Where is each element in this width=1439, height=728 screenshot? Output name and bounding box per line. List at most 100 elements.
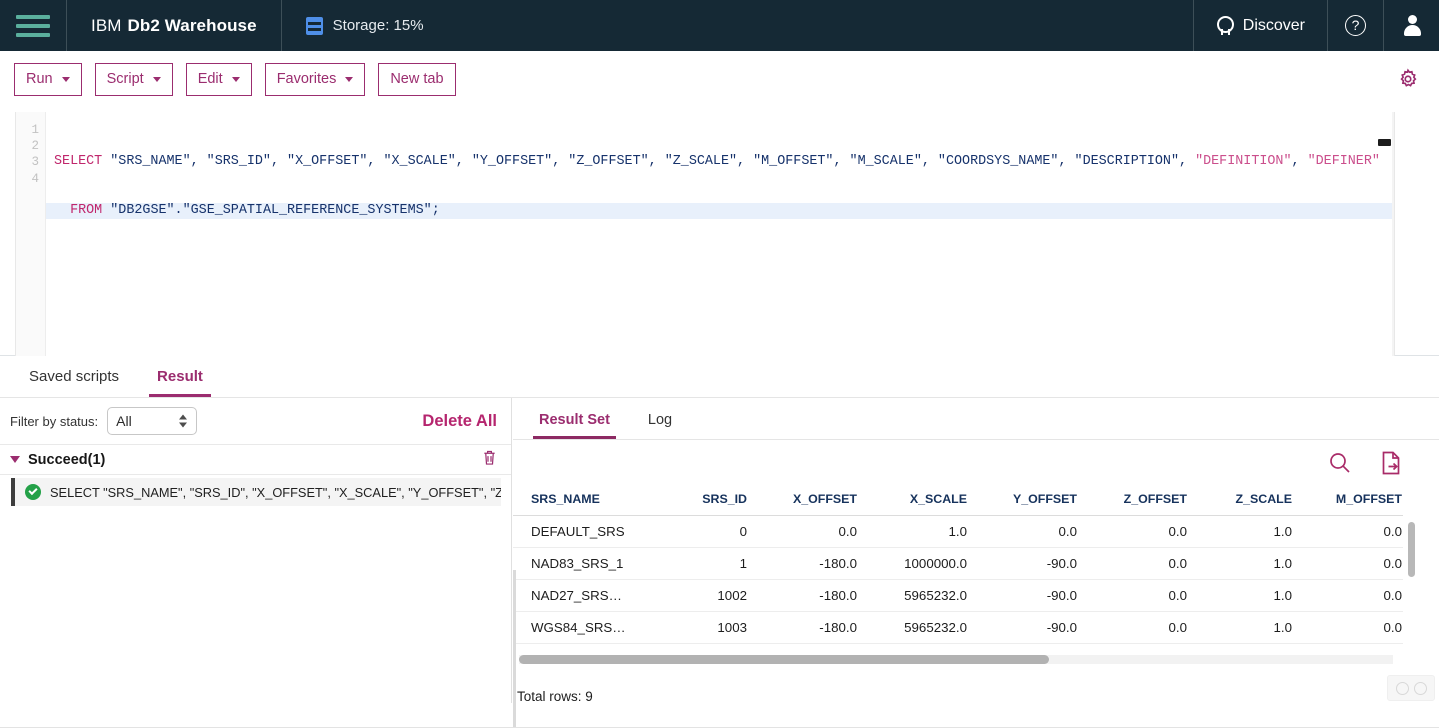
code-line-2: FROM "DB2GSE"."GSE_SPATIAL_REFERENCE_SYS… — [46, 203, 1394, 220]
delete-all-button[interactable]: Delete All — [422, 412, 497, 431]
lightbulb-icon — [1216, 16, 1234, 35]
settings-button[interactable] — [1391, 64, 1425, 94]
table-row[interactable]: DE_HDN_SR 1004 -180.0 5965232.0 -90.0 0.… — [513, 643, 1403, 645]
result-table-area: SRS_NAME SRS_ID X_OFFSET X_SCALE Y_OFFSE… — [513, 485, 1439, 728]
cell-x-scale: 5965232.0 — [873, 643, 983, 645]
chevron-down-icon — [61, 76, 70, 82]
app-header: IBM Db2 Warehouse Storage: 15% Discover … — [0, 0, 1439, 51]
export-document-icon[interactable] — [1379, 450, 1404, 476]
cell-m-offset: 0.0 — [1308, 547, 1403, 580]
cell-z-offset: 0.0 — [1093, 611, 1203, 644]
cell-srs-name: WGS84_SRS… — [513, 611, 673, 644]
cell-z-offset: 0.0 — [1093, 643, 1203, 645]
table-row[interactable]: DEFAULT_SRS 0 0.0 1.0 0.0 0.0 1.0 0.0 — [513, 515, 1403, 548]
cell-y-offset: -90.0 — [983, 643, 1093, 645]
discover-button[interactable]: Discover — [1194, 0, 1327, 51]
storage-indicator[interactable]: Storage: 15% — [282, 0, 448, 51]
column-header-z-scale[interactable]: Z_SCALE — [1203, 485, 1308, 516]
cell-z-scale: 1.0 — [1203, 547, 1308, 580]
cell-y-offset: -90.0 — [983, 579, 1093, 612]
cell-z-offset: 0.0 — [1093, 579, 1203, 612]
column-header-x-scale[interactable]: X_SCALE — [873, 485, 983, 516]
editor-vertical-scrollbar[interactable] — [1392, 112, 1394, 356]
column-header-z-offset[interactable]: Z_OFFSET — [1093, 485, 1203, 516]
cell-x-offset: -180.0 — [763, 579, 873, 612]
user-avatar-icon — [1402, 15, 1422, 36]
cell-m-offset: 0.0 — [1308, 611, 1403, 644]
cell-m-offset: 0.0 — [1308, 515, 1403, 548]
column-header-srs-id[interactable]: SRS_ID — [673, 485, 763, 516]
hamburger-menu-icon — [16, 14, 50, 37]
help-button[interactable]: ? — [1328, 0, 1383, 51]
cell-m-offset: 0.0 — [1308, 643, 1403, 645]
list-item[interactable]: SELECT "SRS_NAME", "SRS_ID", "X_OFFSET",… — [11, 478, 501, 506]
brand-title: IBM Db2 Warehouse — [67, 0, 281, 51]
line-number: 4 — [31, 171, 39, 186]
line-number: 3 — [31, 155, 39, 170]
editor-toolbar: Run Script Edit Favorites New tab — [0, 51, 1439, 107]
filter-by-status-label: Filter by status: — [10, 413, 99, 429]
hamburger-menu-button[interactable] — [0, 0, 66, 51]
cell-y-offset: -90.0 — [983, 611, 1093, 644]
cell-srs-name: NAD27_SRS… — [513, 579, 673, 612]
cell-x-offset: -180.0 — [763, 547, 873, 580]
filter-status-select[interactable]: All — [107, 407, 198, 435]
tab-result[interactable]: Result — [149, 368, 211, 397]
column-header-x-offset[interactable]: X_OFFSET — [763, 485, 873, 516]
result-list-panel: Filter by status: All Delete All Succeed… — [0, 398, 512, 703]
table-horizontal-scrollbar[interactable] — [519, 655, 1393, 664]
cell-y-offset: -90.0 — [983, 547, 1093, 580]
table-row[interactable]: WGS84_SRS… 1003 -180.0 5965232.0 -90.0 0… — [513, 611, 1403, 644]
column-header-m-offset[interactable]: M_OFFSET — [1308, 485, 1403, 516]
search-icon[interactable] — [1327, 450, 1353, 476]
sql-token-definer: "DEFINER" — [1307, 154, 1380, 170]
sql-indent — [54, 203, 70, 218]
cell-srs-name: DEFAULT_SRS — [513, 515, 673, 548]
result-group-header[interactable]: Succeed(1) — [0, 445, 511, 475]
table-row[interactable]: NAD27_SRS… 1002 -180.0 5965232.0 -90.0 0… — [513, 579, 1403, 612]
list-item-label: SELECT "SRS_NAME", "SRS_ID", "X_OFFSET",… — [50, 484, 501, 500]
cell-srs-id: 0 — [673, 515, 763, 548]
user-account-button[interactable] — [1384, 0, 1439, 51]
chevron-down-icon[interactable] — [10, 456, 20, 463]
cell-z-offset: 0.0 — [1093, 547, 1203, 580]
cell-z-scale: 1.0 — [1203, 611, 1308, 644]
help-circle-icon: ? — [1345, 15, 1366, 36]
total-rows-label: Total rows: 9 — [517, 689, 593, 704]
result-set-actions — [513, 440, 1439, 485]
script-button-label: Script — [106, 71, 144, 87]
edit-button[interactable]: Edit — [185, 62, 252, 96]
corner-widget[interactable] — [1387, 675, 1435, 701]
filter-row: Filter by status: All Delete All — [0, 398, 511, 445]
new-tab-button[interactable]: New tab — [378, 62, 456, 96]
cell-srs-id: 1004 — [673, 643, 763, 645]
brand-prefix: IBM — [91, 15, 122, 35]
sql-table-ref: "DB2GSE"."GSE_SPATIAL_REFERENCE_SYSTEMS"… — [102, 203, 440, 218]
column-header-srs-name[interactable]: SRS_NAME — [513, 485, 673, 516]
tab-log[interactable]: Log — [642, 412, 678, 439]
brand-name: Db2 Warehouse — [127, 15, 257, 35]
edit-button-label: Edit — [197, 71, 223, 87]
editor-code[interactable]: SELECT "SRS_NAME", "SRS_ID", "X_OFFSET",… — [46, 112, 1394, 356]
result-table-clip: SRS_NAME SRS_ID X_OFFSET X_SCALE Y_OFFSE… — [513, 485, 1403, 645]
line-number: 1 — [31, 123, 39, 137]
success-check-icon — [25, 484, 41, 500]
table-row[interactable]: NAD83_SRS_1 1 -180.0 1000000.0 -90.0 0.0… — [513, 547, 1403, 580]
sql-editor-panel: 1 2 3 4 SELECT "SRS_NAME", "SRS_ID", "X_… — [0, 107, 1439, 356]
tab-saved-scripts[interactable]: Saved scripts — [21, 368, 127, 397]
editor-scroll-marker[interactable] — [1378, 139, 1391, 146]
favorites-button[interactable]: Favorites — [264, 62, 366, 96]
tab-result-set[interactable]: Result Set — [533, 412, 616, 439]
chevron-down-icon — [152, 76, 161, 82]
trash-icon[interactable] — [482, 449, 497, 471]
chevron-down-icon — [345, 76, 354, 82]
sql-editor[interactable]: 1 2 3 4 SELECT "SRS_NAME", "SRS_ID", "X_… — [15, 112, 1395, 356]
table-vertical-scrollbar[interactable] — [1408, 520, 1415, 640]
cell-z-scale: 1.0 — [1203, 579, 1308, 612]
column-header-y-offset[interactable]: Y_OFFSET — [983, 485, 1093, 516]
cell-z-scale: 1.0 — [1203, 643, 1308, 645]
script-button[interactable]: Script — [94, 62, 173, 96]
run-button-label: Run — [26, 71, 53, 87]
run-button[interactable]: Run — [14, 62, 82, 96]
